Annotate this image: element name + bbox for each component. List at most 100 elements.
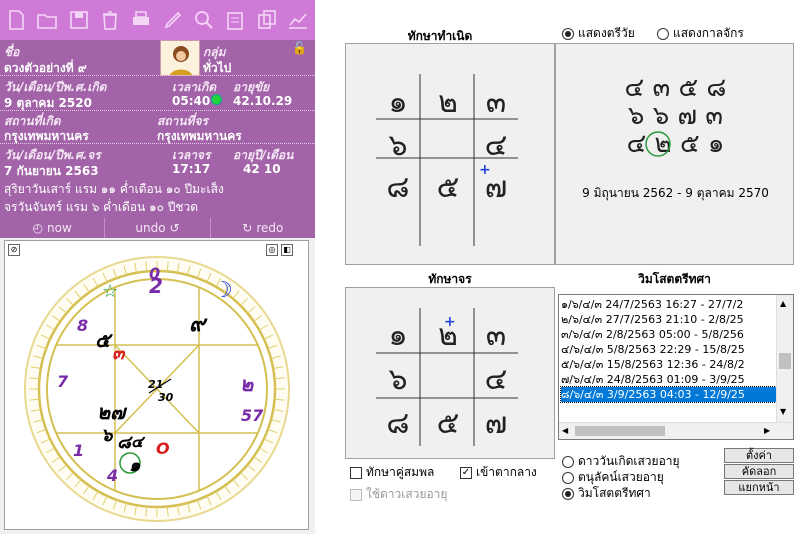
chart-label: 7 xyxy=(57,372,69,391)
natal-grid-cell: ๖ xyxy=(388,128,408,163)
list-item[interactable]: ๘/๖/๔/๓ 3/9/2563 04:03 - 12/9/25 xyxy=(560,386,777,403)
natal-box: ๑๒๓๖๔๘๕๗ + xyxy=(345,43,555,265)
scroll-up-icon[interactable]: ▲ xyxy=(780,299,786,308)
horizontal-scrollbar[interactable]: ◀ ▶ xyxy=(559,422,793,439)
chart-label: ๑ xyxy=(129,455,141,476)
chart-label: ☆ xyxy=(102,281,118,302)
detach-button[interactable]: แยกหน้า xyxy=(724,480,794,495)
radio-transit-dot xyxy=(562,471,574,484)
save-icon[interactable] xyxy=(65,3,93,37)
radio-vim-dot xyxy=(562,487,574,500)
copy-button[interactable]: คัดลอก xyxy=(724,464,794,479)
list-item[interactable]: ๓/๖/๔/๓ 2/8/2563 05:00 - 5/8/256 xyxy=(561,327,776,342)
chart-label: 8 xyxy=(77,316,88,335)
natal-grid-cell: ๓ xyxy=(485,85,507,120)
chart-label: ๒ xyxy=(240,372,254,396)
print-icon[interactable] xyxy=(127,3,155,37)
transit-date: 7 กันยายน 2563 xyxy=(4,164,99,178)
chart-label: 30 xyxy=(158,391,174,404)
chart-label: ๒๗ xyxy=(97,400,128,424)
chart-label: ☽ xyxy=(213,278,233,303)
transit-grid-cell: ๗ xyxy=(484,406,508,441)
undo-button[interactable]: undo ↺ xyxy=(105,218,211,238)
radio-kal-dot xyxy=(657,27,669,40)
new-file-icon[interactable] xyxy=(2,3,30,37)
checkbox-center[interactable]: ✓ เข้าตากลาง xyxy=(460,463,537,482)
transit-grid-cell: ๑ xyxy=(388,318,408,353)
toolbar xyxy=(0,0,315,40)
edit-icon[interactable] xyxy=(158,3,186,37)
open-folder-icon[interactable] xyxy=(33,3,61,37)
natal-grid-cell: ๘ xyxy=(386,170,410,205)
chart-label: ๖ xyxy=(101,425,114,446)
copy-icon[interactable] xyxy=(252,3,280,37)
chart-label: O xyxy=(156,439,170,458)
list-item[interactable]: ๗/๖/๔/๓ 24/8/2563 01:09 - 3/9/25 xyxy=(561,372,776,387)
scroll-left-icon[interactable]: ◀ xyxy=(562,426,568,435)
natal-grid-cell: ๑ xyxy=(388,85,408,120)
natal-plus-mark: + xyxy=(479,162,491,178)
checkbox-use-box xyxy=(350,488,362,501)
transit-age: 42 10 xyxy=(243,162,281,176)
delete-icon[interactable] xyxy=(96,3,124,37)
astro-chart: 02☆ ☽8 ๙๕๓7 2130๒57๒๗๖๘๔ O1๑4 xyxy=(24,256,290,522)
list-item[interactable]: ๕/๖/๔/๓ 15/8/2563 12:36 - 24/8/2 xyxy=(561,357,776,372)
scroll-right-icon[interactable]: ▶ xyxy=(764,426,770,435)
transit-box: ๑๒๓๖๔๘๕๗ + xyxy=(345,287,555,459)
tri-box: ๔ ๓ ๕ ๘ ๖ ๖ ๗ ๓ ๔ ๒ ๕ ๑ 9 มิถุนายน 2562 … xyxy=(555,43,794,265)
hscroll-thumb[interactable] xyxy=(575,426,665,436)
transit-grid-cell: ๘ xyxy=(386,406,410,441)
natal-grid-cell: ๕ xyxy=(436,170,460,205)
left-panel: ชื่อ กลุ่ม 🔓 ดวงตัวอย่างที่ ๙ ทั่วไป วัน… xyxy=(0,0,315,534)
search-icon[interactable] xyxy=(190,3,218,37)
clipboard-icon[interactable] xyxy=(221,3,249,37)
transit-plus-mark: + xyxy=(444,314,456,330)
transit-grid-cell: ๓ xyxy=(485,318,507,353)
undo-icon: ↺ xyxy=(169,221,180,235)
vim-title: วิมโสตตรีทศา xyxy=(638,272,711,286)
radio-vim[interactable]: วิมโสตตรีทศา xyxy=(562,484,651,503)
avatar xyxy=(160,40,200,76)
checkbox-use-age: ใช้ดาวเสวยอายุ xyxy=(350,485,447,504)
checkbox-center-box: ✓ xyxy=(460,466,472,479)
scroll-down-icon[interactable]: ▼ xyxy=(780,407,786,416)
age-value: 42.10.29 xyxy=(233,94,293,108)
lock-icon[interactable]: 🔓 xyxy=(292,41,307,55)
list-item[interactable]: ๔/๖/๔/๓ 5/8/2563 22:29 - 15/8/25 xyxy=(561,342,776,357)
chart-label: 4 xyxy=(106,466,118,485)
vertical-scrollbar[interactable]: ▲ ▼ xyxy=(776,295,793,423)
lunar-line-1: สุริยาวันเสาร์ แรม ๑๑ ค่ำเดือน ๑๐ ปีมะเส… xyxy=(4,182,224,196)
chart-label: 1 xyxy=(73,441,84,460)
radio-show-tri[interactable]: แสดงตรีวัย xyxy=(562,24,635,43)
graph-icon[interactable] xyxy=(284,3,312,37)
natal-grid-cell: ๒ xyxy=(438,85,458,120)
list-item[interactable]: ๒/๖/๔/๓ 27/7/2563 21:10 - 2/8/25 xyxy=(561,312,776,327)
astro-chart-panel: ⊘ ◎ ◧ 0 2 ☆ ☽ 8 ๙๕๓ 7 21 30 ๒ 57 ๒๗๖๘๔ O 1 ๑ 4 xyxy=(4,240,309,530)
status-dot xyxy=(211,94,222,105)
radio-show-kal[interactable]: แสดงกาลจักร xyxy=(657,24,744,43)
radio-tri-dot xyxy=(562,27,574,40)
redo-button[interactable]: ↻ redo xyxy=(211,218,315,238)
transit-grid-cell: ๔ xyxy=(484,362,508,397)
vim-list[interactable]: ๑/๖/๔/๓ 24/7/2563 16:27 - 27/7/2 ๒/๖/๔/๓ … xyxy=(558,294,794,440)
tri-range: 9 มิถุนายน 2562 - 9 ตุลาคม 2570 xyxy=(582,186,769,200)
transit-time: 17:17 xyxy=(172,162,211,176)
settings-button[interactable]: ตั้งค่า xyxy=(724,448,794,463)
radio-natal-dot xyxy=(562,455,574,468)
now-button[interactable]: ◴ now xyxy=(0,218,106,238)
clock-icon: ◴ xyxy=(32,221,44,235)
checkbox-spouse[interactable]: ทักษาคู่สมพล xyxy=(350,463,434,482)
birth-time: 05:40 xyxy=(172,94,211,108)
chart-label: 2 xyxy=(149,274,163,298)
redo-icon: ↻ xyxy=(242,221,253,235)
transit-grid-cell: ๖ xyxy=(388,362,408,397)
scroll-thumb[interactable] xyxy=(779,353,791,369)
chart-label: 57 xyxy=(241,406,264,425)
checkbox-spouse-box xyxy=(350,466,362,479)
info-panel: ชื่อ กลุ่ม 🔓 ดวงตัวอย่างที่ ๙ ทั่วไป วัน… xyxy=(0,40,315,218)
action-bar: ◴ now undo ↺ ↻ redo xyxy=(0,218,315,238)
lunar-line-2: จรวันจันทร์ แรม ๖ ค่ำเดือน ๑๐ ปีชวด xyxy=(4,200,199,214)
transit-grid-cell: ๕ xyxy=(436,406,460,441)
list-item[interactable]: ๑/๖/๔/๓ 24/7/2563 16:27 - 27/7/2 xyxy=(561,297,776,312)
chart-label: ๓ xyxy=(112,343,126,364)
